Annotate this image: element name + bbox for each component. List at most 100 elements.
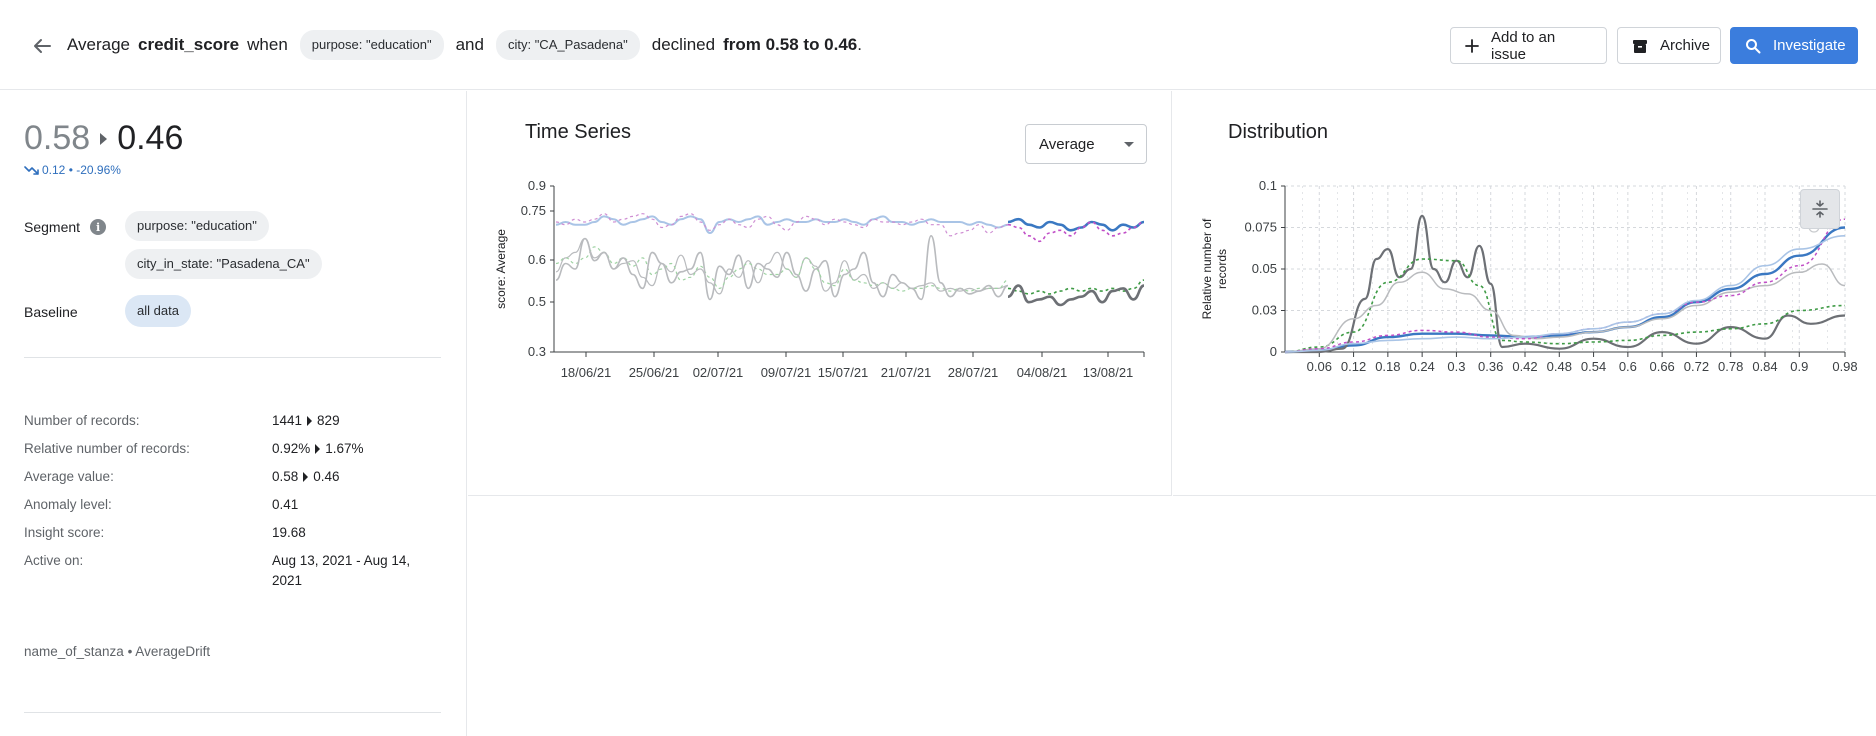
distribution-panel: Distribution 0 0.03 0.05 0.075 0.1 0.06 0.12 0.… <box>1173 91 1876 496</box>
insight-summary-panel: 0.58 0.46 0.12 • -20.96% Segment i purpo… <box>0 91 467 736</box>
headline-metric: credit_score <box>138 35 240 54</box>
x-tick-label: 0.48 <box>1547 359 1572 374</box>
x-tick-label: 0.72 <box>1684 359 1709 374</box>
headline-declined: declined <box>651 35 716 54</box>
x-tick-label: 13/08/21 <box>1083 365 1134 380</box>
plus-icon <box>1465 38 1479 53</box>
time-series-chart: 0.3 0.5 0.6 0.75 0.9 18/06/21 25/06/21 02/07/21… <box>494 178 1145 380</box>
new-value: 0.46 <box>117 119 184 157</box>
headline-chip-purpose: purpose: "education" <box>299 30 444 60</box>
x-tick-label: 0.06 <box>1307 359 1332 374</box>
x-tick-label: 0.3 <box>1447 359 1465 374</box>
delta-text: 0.12 • -20.96% <box>42 163 121 177</box>
baseline-chip[interactable]: all data <box>125 295 191 327</box>
time-series-panel: Time Series Average 0.3 0.5 0.6 0.75 0.9 18/0… <box>468 91 1172 496</box>
average-new: 0.46 <box>313 469 340 484</box>
divider <box>24 712 441 713</box>
relative-old: 0.92% <box>272 441 311 456</box>
baseline-label: Baseline <box>24 304 78 320</box>
x-tick-label: 09/07/21 <box>761 365 812 380</box>
x-tick-label: 25/06/21 <box>629 365 680 380</box>
relative-records-value: 0.92% 1.67% <box>272 441 364 456</box>
headline-chip-city: city: "CA_Pasadena" <box>495 30 640 60</box>
investigate-button[interactable]: Investigate <box>1730 27 1858 64</box>
delta-indicator: 0.12 • -20.96% <box>24 163 121 177</box>
x-tick-label: 0.98 <box>1832 359 1857 374</box>
series-line-recent-avg <box>1007 217 1145 232</box>
x-tick-label: 0.84 <box>1752 359 1777 374</box>
relative-records-label: Relative number of records: <box>24 441 190 456</box>
y-tick-label: 0.03 <box>1252 303 1277 318</box>
zoom-icon[interactable] <box>1800 189 1840 229</box>
y-tick-label: 0 <box>1270 344 1277 359</box>
arrow-right-icon <box>303 471 309 482</box>
add-to-issue-button[interactable]: Add to an issue <box>1450 27 1607 64</box>
series-line-recent-green <box>1007 279 1145 295</box>
x-tick-label: 0.42 <box>1512 359 1537 374</box>
insight-score-value: 19.68 <box>272 525 306 540</box>
active-on-value: Aug 13, 2021 - Aug 14, 2021 <box>272 553 411 588</box>
series-line-dark <box>1285 214 1846 354</box>
x-tick-label: 0.66 <box>1649 359 1674 374</box>
value-change: 0.58 0.46 <box>24 119 183 158</box>
segment-chip-city: city_in_state: "Pasadena_CA" <box>125 249 322 279</box>
y-axis-title: score: Average <box>494 229 508 309</box>
x-tick-label: 02/07/21 <box>693 365 744 380</box>
average-value: 0.58 0.46 <box>272 469 340 484</box>
x-tick-label: 18/06/21 <box>561 365 612 380</box>
insight-headline: Average credit_score when purpose: "educ… <box>67 29 862 61</box>
x-tick-label: 0.24 <box>1409 359 1434 374</box>
headline-and: and <box>455 35 484 54</box>
y-axis-title: Relative number ofrecords <box>1200 218 1229 319</box>
records-old: 1441 <box>272 413 303 428</box>
anomaly-level-label: Anomaly level: <box>24 497 112 512</box>
x-tick-label: 0.54 <box>1581 359 1606 374</box>
y-tick-label: 0.6 <box>528 252 546 267</box>
info-icon[interactable]: i <box>90 219 107 235</box>
x-tick-label: 04/08/21 <box>1017 365 1068 380</box>
anomaly-level-value: 0.41 <box>272 497 299 512</box>
y-tick-label: 0.05 <box>1252 261 1277 276</box>
search-icon <box>1745 38 1761 54</box>
x-tick-label: 0.9 <box>1790 359 1808 374</box>
segment-label: Segment i <box>24 219 107 235</box>
x-tick-label: 0.36 <box>1478 359 1503 374</box>
distribution-chart: 0 0.03 0.05 0.075 0.1 0.06 0.12 0.18 0.24 0.3 0.36… <box>1200 178 1858 374</box>
segment-chip-purpose: purpose: "education" <box>125 211 269 241</box>
divider <box>24 357 441 358</box>
arrow-right-icon <box>307 415 313 426</box>
archive-icon <box>1632 38 1648 54</box>
x-tick-label: 15/07/21 <box>818 365 869 380</box>
average-value-label: Average value: <box>24 469 114 484</box>
y-tick-label: 0.9 <box>528 178 546 193</box>
series-line-baseline-gray <box>555 234 1009 301</box>
headline-period: . <box>857 35 862 54</box>
x-tick-label: 0.78 <box>1718 359 1743 374</box>
investigate-label: Investigate <box>1773 37 1846 54</box>
y-tick-label: 0.5 <box>528 294 546 309</box>
active-on-label: Active on: <box>24 553 84 568</box>
back-arrow-icon[interactable] <box>30 34 54 58</box>
archive-button[interactable]: Archive <box>1617 27 1721 64</box>
records-label: Number of records: <box>24 413 140 428</box>
x-tick-label: 21/07/21 <box>881 365 932 380</box>
insight-score-label: Insight score: <box>24 525 105 540</box>
trend-down-icon <box>24 166 39 175</box>
archive-label: Archive <box>1660 37 1711 54</box>
add-to-issue-label: Add to an issue <box>1491 28 1556 63</box>
y-tick-label: 0.3 <box>528 344 546 359</box>
headline-prefix: Average <box>67 35 131 54</box>
series-line-recent-gray <box>1007 284 1145 307</box>
relative-new: 1.67% <box>325 441 364 456</box>
arrow-right-icon <box>315 443 321 454</box>
x-tick-label: 28/07/21 <box>948 365 999 380</box>
records-value: 1441 829 <box>272 413 340 428</box>
x-tick-label: 0.12 <box>1341 359 1366 374</box>
series-line-segment-count <box>555 246 1009 292</box>
arrow-right-icon <box>100 132 108 145</box>
headline-change: from 0.58 to 0.46 <box>723 35 858 54</box>
x-tick-label: 0.18 <box>1375 359 1400 374</box>
y-tick-label: 0.75 <box>521 203 546 218</box>
records-new: 829 <box>317 413 340 428</box>
x-tick-label: 0.6 <box>1619 359 1637 374</box>
